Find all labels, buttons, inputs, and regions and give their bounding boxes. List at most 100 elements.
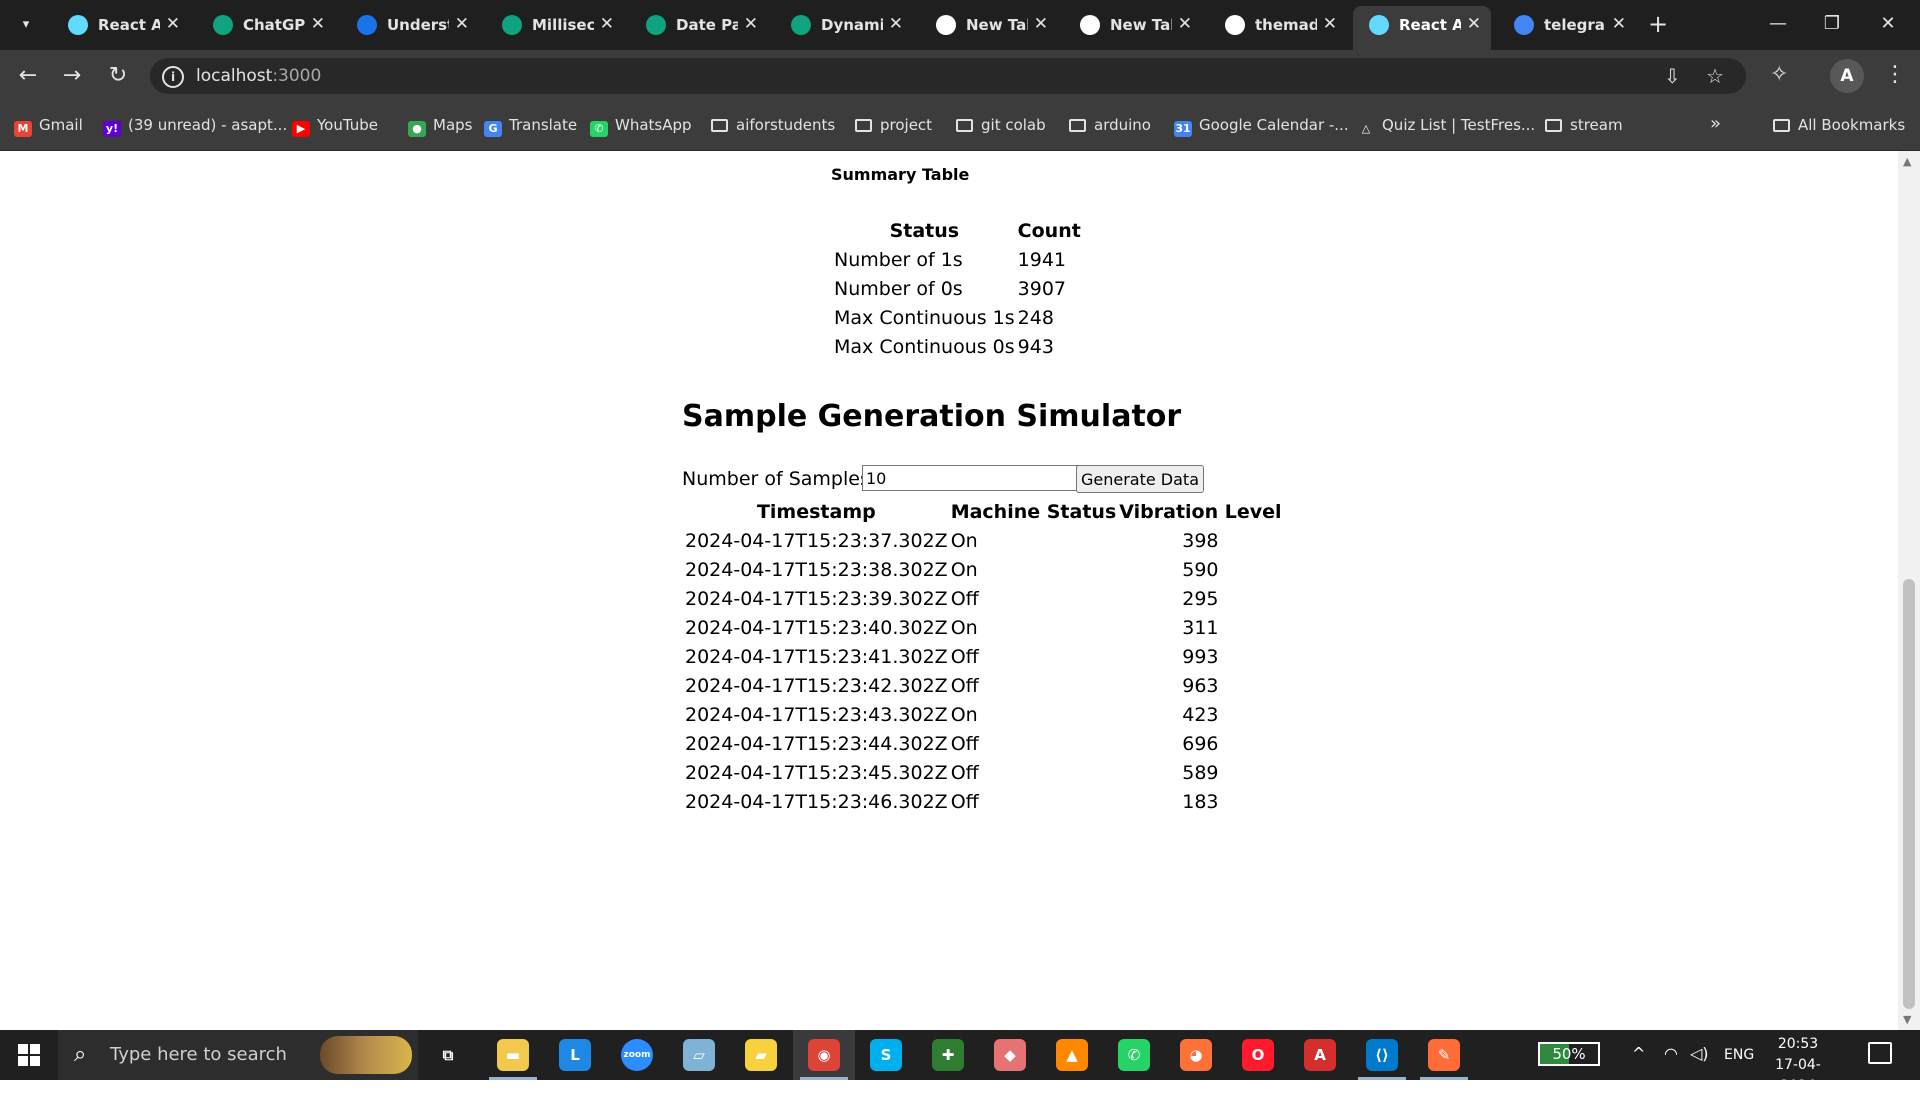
vlc-icon[interactable]: ▲ xyxy=(1056,1039,1088,1071)
scroll-up-arrow-icon[interactable]: ▲ xyxy=(1903,155,1911,168)
skype-icon[interactable]: S xyxy=(870,1039,902,1071)
generate-data-button[interactable]: Generate Data xyxy=(1076,465,1204,493)
acrobat-icon[interactable]: A xyxy=(1304,1039,1336,1071)
tab-close-icon[interactable]: ✕ xyxy=(744,14,758,34)
kebab-menu-icon[interactable]: ⋮ xyxy=(1884,62,1906,87)
clock[interactable]: 20:53 17-04-2024 xyxy=(1760,1034,1836,1097)
tab-close-icon[interactable]: ✕ xyxy=(1467,14,1481,34)
chrome-icon xyxy=(1080,15,1100,35)
address-bar[interactable]: i localhost:3000 ⇩ ☆ xyxy=(150,58,1746,94)
site-info-icon[interactable]: i xyxy=(162,66,184,88)
bookmark-star-icon[interactable]: ☆ xyxy=(1706,64,1724,88)
bookmark-item[interactable]: arduino xyxy=(1069,116,1151,138)
whatsapp-icon[interactable]: ✆ xyxy=(1118,1039,1150,1071)
tab-close-icon[interactable]: ✕ xyxy=(600,14,614,34)
machine-status-cell: Off xyxy=(950,588,979,610)
bookmark-item[interactable]: G Translate xyxy=(484,116,577,138)
reload-icon[interactable]: ↻ xyxy=(104,62,132,90)
install-app-icon[interactable]: ⇩ xyxy=(1664,64,1681,88)
browser-tab[interactable]: themadsc ✕ xyxy=(1209,8,1347,42)
url-text[interactable]: localhost:3000 xyxy=(196,66,321,86)
close-window-icon[interactable]: ✕ xyxy=(1868,8,1908,40)
bookmark-label: git colab xyxy=(981,116,1046,134)
tab-search-chevron-icon[interactable]: ▾ xyxy=(14,13,38,37)
browser-tab[interactable]: ChatGPT ✕ xyxy=(197,8,335,42)
wifi-icon[interactable]: ◠ xyxy=(1664,1044,1678,1063)
windows-start-icon[interactable] xyxy=(18,1044,40,1066)
bookmark-item[interactable]: stream xyxy=(1545,116,1623,138)
bookmark-item[interactable]: git colab xyxy=(956,116,1046,138)
browser-tab[interactable]: Date Parse ✕ xyxy=(630,8,768,42)
notepad-icon[interactable]: ▱ xyxy=(683,1039,715,1071)
tab-close-icon[interactable]: ✕ xyxy=(1612,14,1626,34)
tab-close-icon[interactable]: ✕ xyxy=(1323,14,1337,34)
summary-header-count: Count xyxy=(1017,220,1081,242)
tab-close-icon[interactable]: ✕ xyxy=(889,14,903,34)
vibration-level-cell: 589 xyxy=(1182,762,1219,784)
notification-icon[interactable] xyxy=(1868,1042,1892,1064)
bookmark-item[interactable]: aiforstudents xyxy=(711,116,835,138)
clock-date: 17-04-2024 xyxy=(1775,1057,1821,1094)
new-tab-plus-icon[interactable]: + xyxy=(1648,10,1668,38)
vscode-icon[interactable]: ⟨⟩ xyxy=(1366,1039,1398,1071)
page-scrollbar[interactable]: ▲ ▼ xyxy=(1898,151,1920,1030)
postman-icon[interactable]: ✎ xyxy=(1428,1039,1460,1071)
file-explorer-icon[interactable]: ▬ xyxy=(497,1039,529,1071)
bookmark-item[interactable]: M Gmail xyxy=(14,116,83,138)
forward-arrow-icon[interactable]: → xyxy=(58,62,86,90)
bookmark-label: arduino xyxy=(1094,116,1151,134)
bookmark-item[interactable]: project xyxy=(855,116,932,138)
tray-chevron-up-icon[interactable]: ^ xyxy=(1632,1044,1645,1063)
react-icon xyxy=(68,15,88,35)
volume-icon[interactable]: ◁) xyxy=(1690,1044,1709,1063)
tab-close-icon[interactable]: ✕ xyxy=(1178,14,1192,34)
scroll-down-arrow-icon[interactable]: ▼ xyxy=(1903,1013,1911,1026)
samples-input[interactable] xyxy=(862,465,1080,491)
tab-close-icon[interactable]: ✕ xyxy=(1034,14,1048,34)
tab-close-icon[interactable]: ✕ xyxy=(166,14,180,34)
bookmark-item[interactable]: ✆ WhatsApp xyxy=(590,116,692,138)
opera-icon[interactable]: O xyxy=(1242,1039,1274,1071)
sticky-notes-icon[interactable]: ▰ xyxy=(745,1039,777,1071)
zoom-icon[interactable]: zoom xyxy=(621,1039,653,1071)
task-view-icon[interactable]: ⧉ xyxy=(432,1039,464,1071)
language-indicator[interactable]: ENG xyxy=(1724,1047,1754,1063)
timestamp-cell: 2024-04-17T15:23:40.302Z xyxy=(685,617,948,639)
minimize-icon[interactable]: — xyxy=(1758,8,1798,40)
tab-label: New Tab xyxy=(1110,16,1172,34)
summary-header-row: Status Count xyxy=(834,218,1081,244)
bookmark-item[interactable]: 31 Google Calendar -... xyxy=(1174,116,1349,138)
bookmark-item[interactable]: ▶ YouTube xyxy=(292,116,378,138)
lt-app-icon[interactable]: L xyxy=(559,1039,591,1071)
back-arrow-icon[interactable]: ← xyxy=(14,62,42,90)
browser-tab[interactable]: Dynamic ✕ xyxy=(775,8,913,42)
eraser-app-icon[interactable]: ◆ xyxy=(994,1039,1026,1071)
browser-tab[interactable]: React App ✕ xyxy=(52,8,190,42)
more-bookmarks-chevron-icon[interactable]: » xyxy=(1710,113,1721,135)
summary-table: Status Count Number of 1s 1941 Number of 0… xyxy=(831,215,1084,363)
firefox-icon[interactable]: ◕ xyxy=(1180,1039,1212,1071)
browser-tab[interactable]: telegram ✕ xyxy=(1498,8,1636,42)
browser-tab[interactable]: New Tab ✕ xyxy=(1064,8,1202,42)
tab-close-icon[interactable]: ✕ xyxy=(311,14,325,34)
restore-icon[interactable]: ❐ xyxy=(1812,8,1852,40)
chrome-icon[interactable]: ◉ xyxy=(808,1039,840,1071)
machine-status-cell: On xyxy=(950,617,978,639)
extensions-puzzle-icon[interactable]: ✧ xyxy=(1770,62,1788,87)
bookmark-item[interactable]: ● Maps xyxy=(408,116,472,138)
browser-tab[interactable]: React App ✕ xyxy=(1353,6,1491,50)
timestamp-cell: 2024-04-17T15:23:39.302Z xyxy=(685,588,948,610)
tab-close-icon[interactable]: ✕ xyxy=(455,14,469,34)
bookmark-item[interactable]: △ Quiz List | TestFres... xyxy=(1357,116,1535,138)
browser-tab[interactable]: New Tab ✕ xyxy=(920,8,1058,42)
taskbar-search-box[interactable]: ⌕ Type here to search xyxy=(58,1030,418,1080)
browser-tab[interactable]: Milliseconds ✕ xyxy=(486,8,624,42)
browser-tab[interactable]: Understanding ✕ xyxy=(341,8,479,42)
battery-indicator[interactable]: 50% xyxy=(1538,1042,1600,1066)
game-app-icon[interactable]: ✚ xyxy=(932,1039,964,1071)
table-row: 2024-04-17T15:23:44.302Z Off 696 xyxy=(685,731,1282,757)
profile-avatar[interactable]: A xyxy=(1830,59,1864,93)
bookmark-item[interactable]: y! (39 unread) - asapt... xyxy=(103,116,287,138)
scroll-thumb[interactable] xyxy=(1903,579,1915,1009)
all-bookmarks-folder[interactable]: All Bookmarks xyxy=(1773,116,1905,138)
